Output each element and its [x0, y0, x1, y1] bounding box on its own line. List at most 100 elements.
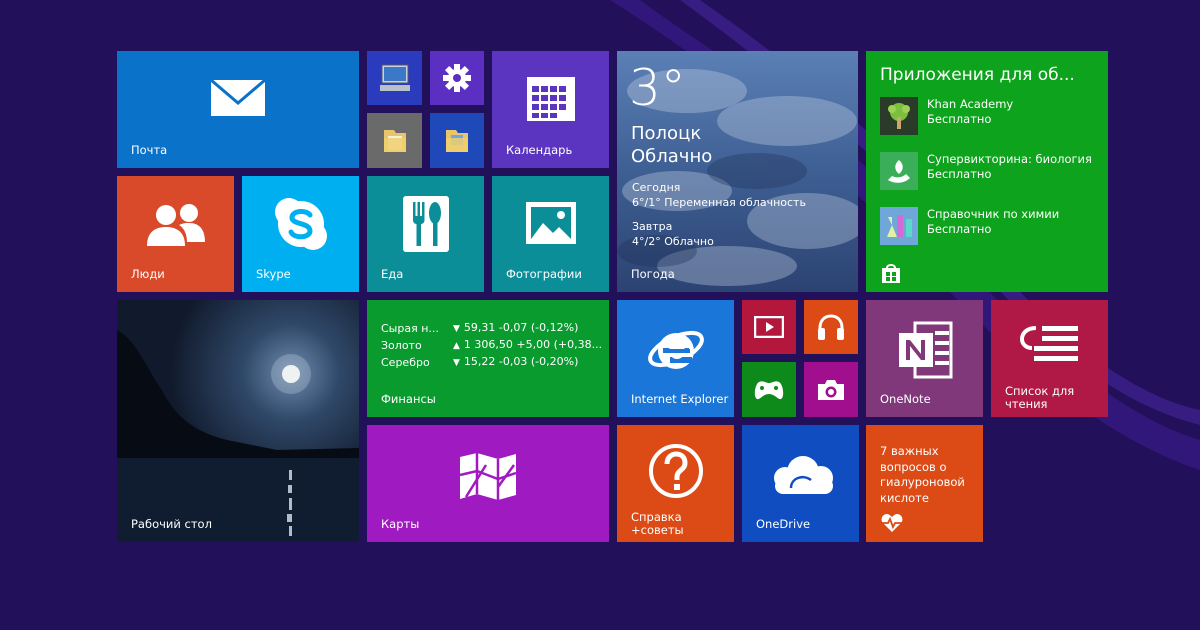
weather-tomorrow-forecast: 4°/2° Облачно: [632, 235, 714, 248]
camera-icon: [818, 379, 844, 400]
maps-tile[interactable]: Карты: [367, 425, 609, 542]
game-controller-icon: [754, 380, 784, 399]
reading-list-tile[interactable]: Список для чтения: [991, 300, 1108, 417]
gear-icon: [443, 64, 471, 92]
onedrive-tile-label: OneDrive: [756, 517, 811, 531]
calendar-tile-label: Календарь: [506, 143, 573, 157]
finance-value: 15,22 -0,03 (-0,20%): [463, 355, 579, 368]
computer-icon: [379, 64, 410, 91]
mail-tile-label: Почта: [131, 143, 168, 157]
store-app-price: Бесплатно: [927, 167, 992, 181]
store-app-name: Супервикторина: биология: [927, 152, 1092, 166]
weather-today-forecast: 6°/1° Переменная облачность: [632, 196, 806, 209]
video-tile[interactable]: [742, 300, 796, 354]
fork-knife-icon: [402, 196, 449, 252]
cloud-icon: [773, 455, 833, 494]
file-explorer-tile[interactable]: [430, 113, 484, 168]
store-app-name: Справочник по химии: [927, 207, 1060, 221]
chemistry-reference-icon: [880, 207, 918, 245]
khan-academy-icon: [880, 97, 918, 135]
heart-pulse-icon: [881, 514, 903, 532]
onenote-tile-label: OneNote: [880, 392, 931, 406]
calendar-tile[interactable]: Календарь: [492, 51, 609, 168]
finance-tile[interactable]: Сырая н... ▼ 59,31 -0,07 (-0,12%) Золото …: [367, 300, 609, 417]
internet-explorer-tile-label: Internet Explorer: [631, 392, 729, 406]
weather-temperature: 3°: [629, 59, 686, 117]
down-arrow-icon: ▼: [453, 358, 460, 368]
finance-commodity: Золото: [381, 339, 422, 352]
finance-row: Сырая н... ▼ 59,31 -0,07 (-0,12%): [381, 320, 602, 337]
help-label-line1: Справка: [631, 510, 682, 524]
finance-row: Серебро ▼ 15,22 -0,03 (-0,20%): [381, 354, 602, 371]
weather-today-label: Сегодня: [632, 181, 681, 194]
reading-list-icon: [1019, 325, 1078, 361]
people-icon: [146, 204, 205, 246]
onenote-icon: [898, 321, 952, 378]
food-tile-label: Еда: [381, 267, 404, 281]
reading-list-tile-label: Список для чтения: [1005, 385, 1074, 411]
music-tile[interactable]: [804, 300, 858, 354]
folder-icon: [383, 129, 406, 152]
store-app-item[interactable]: Khan Academy Бесплатно: [880, 97, 1013, 135]
settings-tile[interactable]: [430, 51, 484, 105]
photos-tile-label: Фотографии: [506, 267, 582, 281]
people-tile-label: Люди: [131, 267, 165, 281]
store-tile[interactable]: Приложения для об... Khan Academy Беспла…: [866, 51, 1108, 292]
up-arrow-icon: ▲: [453, 341, 460, 351]
help-tips-tile[interactable]: Справка +советы: [617, 425, 734, 542]
health-tile[interactable]: 7 важных вопросов о гиалуроновой кислоте: [866, 425, 983, 542]
internet-explorer-tile[interactable]: Internet Explorer: [617, 300, 734, 417]
reading-list-label-line2: чтения: [1005, 397, 1048, 411]
games-tile[interactable]: [742, 362, 796, 417]
mail-tile[interactable]: Почта: [117, 51, 359, 168]
onenote-tile[interactable]: OneNote: [866, 300, 983, 417]
finance-commodity: Серебро: [381, 356, 430, 369]
health-article-title: 7 важных вопросов о гиалуроновой кислоте: [880, 444, 965, 505]
weather-tomorrow-label: Завтра: [632, 220, 673, 233]
skype-tile-label: Skype: [256, 267, 291, 281]
finance-value: 1 306,50 +5,00 (+0,38...: [463, 338, 603, 351]
reading-list-label-line1: Список для: [1005, 384, 1075, 398]
calendar-icon: [526, 76, 575, 121]
folder-icon: [446, 129, 468, 152]
weather-city: Полоцк: [631, 123, 702, 144]
onedrive-tile[interactable]: OneDrive: [742, 425, 859, 542]
store-app-price: Бесплатно: [927, 112, 992, 126]
finance-value: 59,31 -0,07 (-0,12%): [463, 321, 579, 334]
map-icon: [459, 452, 517, 500]
question-mark-icon: [648, 443, 703, 498]
store-app-name: Khan Academy: [927, 97, 1014, 111]
down-arrow-icon: ▼: [453, 324, 460, 334]
video-icon: [754, 316, 784, 338]
help-tips-tile-label: Справка +советы: [631, 511, 684, 537]
food-tile[interactable]: Еда: [367, 176, 484, 292]
maps-tile-label: Карты: [381, 517, 420, 531]
store-title: Приложения для об...: [880, 65, 1075, 85]
store-app-item[interactable]: Супервикторина: биология Бесплатно: [880, 152, 1092, 190]
skype-tile[interactable]: Skype: [242, 176, 359, 292]
finance-commodity: Сырая н...: [381, 322, 439, 335]
picture-icon: [525, 202, 576, 244]
headphones-icon: [818, 314, 844, 340]
camera-tile[interactable]: [804, 362, 858, 417]
skype-icon: [274, 198, 327, 250]
store-app-item[interactable]: Справочник по химии Бесплатно: [880, 207, 1059, 245]
finance-row: Золото ▲ 1 306,50 +5,00 (+0,38...: [381, 337, 602, 354]
weather-tile[interactable]: 3° Полоцк Облачно Сегодня 6°/1° Переменн…: [617, 51, 858, 292]
store-bag-icon: [882, 264, 900, 283]
store-app-price: Бесплатно: [927, 222, 992, 236]
desktop-tile-label: Рабочий стол: [131, 517, 212, 531]
internet-explorer-icon: [647, 330, 704, 369]
this-pc-tile[interactable]: [367, 51, 422, 105]
desktop-tile[interactable]: Рабочий стол: [117, 300, 359, 542]
finance-quotes: Сырая н... ▼ 59,31 -0,07 (-0,12%) Золото …: [381, 320, 602, 371]
weather-condition: Облачно: [631, 146, 713, 167]
finance-tile-label: Финансы: [381, 392, 436, 406]
documents-tile[interactable]: [367, 113, 422, 168]
envelope-icon: [210, 78, 266, 116]
people-tile[interactable]: Люди: [117, 176, 234, 292]
biology-quiz-icon: [880, 152, 918, 190]
weather-tile-label: Погода: [631, 267, 675, 281]
photos-tile[interactable]: Фотографии: [492, 176, 609, 292]
night-lake-wallpaper: [117, 300, 359, 542]
